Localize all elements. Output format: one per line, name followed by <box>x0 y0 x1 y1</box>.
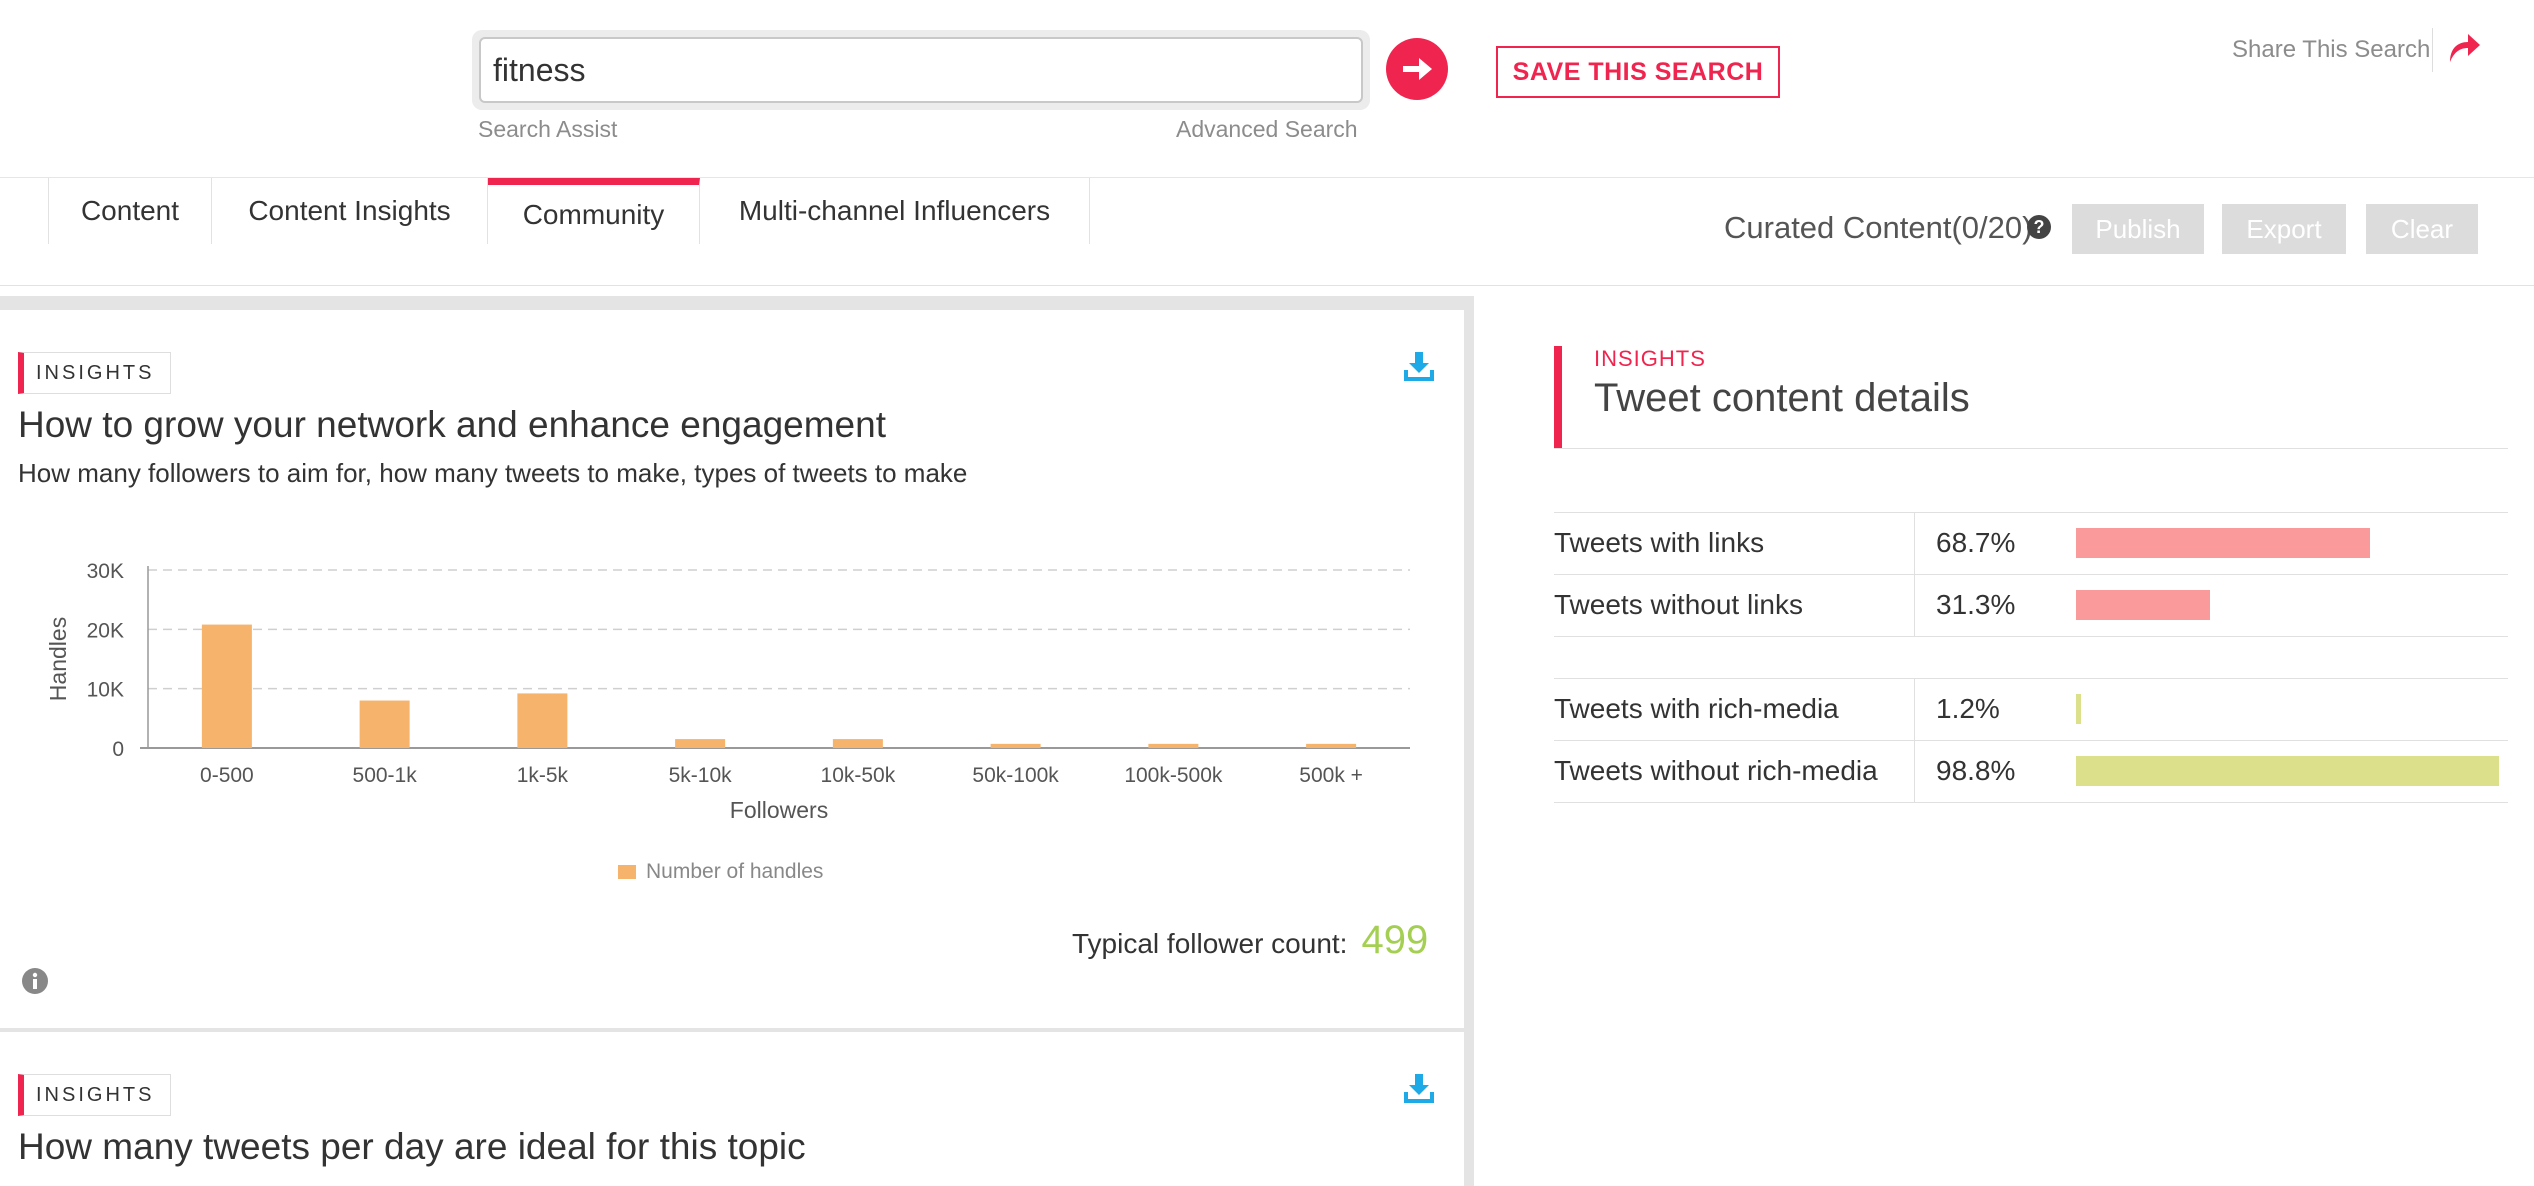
x-tick-label: 500-1k <box>353 764 418 787</box>
percent-bar-track <box>2076 590 2504 620</box>
percent-bar <box>2076 756 2499 786</box>
detail-row-label: Tweets without rich-media <box>1554 755 1878 786</box>
y-tick-label: 0 <box>112 738 124 761</box>
search-assist-link[interactable]: Search Assist <box>478 116 617 143</box>
bar <box>1148 743 1199 748</box>
percent-bar <box>2076 528 2371 558</box>
save-search-button[interactable]: SAVE THIS SEARCH <box>1496 46 1780 98</box>
y-tick-label: 30K <box>87 560 124 583</box>
column-divider <box>1914 574 1915 636</box>
help-icon[interactable]: ? <box>2026 214 2052 240</box>
column-divider <box>1914 678 1915 740</box>
search-go-button[interactable] <box>1386 38 1448 100</box>
detail-row: Tweets with rich-media 1.2% <box>1554 678 2508 740</box>
insight-card-tweets-per-day: INSIGHTS How many tweets per day are ide… <box>0 1032 1464 1186</box>
typical-follower-count: Typical follower count: 499 <box>1072 918 1428 963</box>
bar <box>359 700 410 748</box>
detail-row-percent: 1.2% <box>1936 693 2000 724</box>
tab-multi-channel-influencers[interactable]: Multi-channel Influencers <box>700 178 1090 244</box>
title-divider <box>1554 448 2508 449</box>
percent-bar-track <box>2076 756 2504 786</box>
bar <box>517 693 568 748</box>
y-tick-label: 10K <box>87 679 124 702</box>
bar <box>201 624 252 748</box>
detail-row-percent: 68.7% <box>1936 527 2016 558</box>
legend-label: Number of handles <box>646 860 823 883</box>
x-tick-label: 0-500 <box>200 764 254 787</box>
detail-row-percent: 31.3% <box>1936 589 2016 620</box>
percent-bar-track <box>2076 528 2504 558</box>
typical-follower-value: 499 <box>1361 918 1429 962</box>
insights-label: INSIGHTS <box>1594 346 1706 371</box>
detail-row-label: Tweets with links <box>1554 527 1765 558</box>
bar <box>832 739 883 748</box>
x-tick-label: 10k-50k <box>821 764 896 787</box>
bar <box>1306 743 1357 748</box>
search-input[interactable] <box>479 37 1363 103</box>
percent-bar <box>2076 590 2210 620</box>
export-button[interactable]: Export <box>2222 204 2346 254</box>
x-tick-label: 100k-500k <box>1124 764 1223 787</box>
publish-button[interactable]: Publish <box>2072 204 2204 254</box>
svg-text:?: ? <box>2034 217 2045 237</box>
bar <box>675 739 726 748</box>
row-divider <box>1554 802 2508 803</box>
y-axis-label: Handles <box>45 617 71 701</box>
detail-row-label: Tweets with rich-media <box>1554 693 1839 724</box>
y-tick-label: 20K <box>87 619 124 642</box>
column-divider <box>1914 512 1915 574</box>
insight-card-network: INSIGHTS How to grow your network and en… <box>0 310 1464 1028</box>
x-tick-label: 500k + <box>1299 764 1363 787</box>
detail-row-label: Tweets without links <box>1554 589 1803 620</box>
top-header: Search Assist Advanced Search SAVE THIS … <box>0 0 2534 178</box>
advanced-search-link[interactable]: Advanced Search <box>1176 116 1358 143</box>
clear-button[interactable]: Clear <box>2366 204 2478 254</box>
legend-swatch <box>618 865 636 879</box>
detail-row: Tweets without rich-media 98.8% <box>1554 740 2508 802</box>
detail-row: Tweets with links 68.7% <box>1554 512 2508 574</box>
tab-content-insights[interactable]: Content Insights <box>212 178 488 244</box>
info-icon[interactable] <box>20 966 50 996</box>
percent-bar <box>2076 694 2082 724</box>
x-tick-label: 50k-100k <box>972 764 1059 787</box>
percent-bar-track <box>2076 694 2504 724</box>
share-arrow-icon[interactable] <box>2446 30 2482 66</box>
bar <box>990 743 1041 748</box>
insights-badge: INSIGHTS <box>18 1074 172 1116</box>
detail-row: Tweets without links 31.3% <box>1554 574 2508 636</box>
x-tick-label: 1k-5k <box>517 764 569 787</box>
x-axis-label: Followers <box>730 797 828 823</box>
share-divider <box>2432 28 2433 72</box>
insights-accent-bar <box>1554 346 1562 448</box>
search-box <box>472 30 1370 110</box>
column-divider <box>1914 740 1915 802</box>
tab-content[interactable]: Content <box>48 178 212 244</box>
row-divider <box>1554 636 2508 637</box>
tab-community[interactable]: Community <box>488 178 700 244</box>
card-title: How many tweets per day are ideal for th… <box>18 1126 806 1167</box>
followers-bar-chart: 0 10K 20K 30K 0-500 500-1k 1k-5k 5k-10k 10k-50k 5… <box>45 560 1410 883</box>
download-icon[interactable] <box>1402 1072 1436 1106</box>
share-search-link[interactable]: Share This Search <box>2232 36 2430 64</box>
arrow-right-icon <box>1403 58 1432 80</box>
detail-row-percent: 98.8% <box>1936 755 2016 786</box>
panel-title: Tweet content details <box>1594 376 1970 420</box>
typical-follower-label: Typical follower count: <box>1072 928 1348 959</box>
x-tick-label: 5k-10k <box>669 764 733 787</box>
curated-content-count: Curated Content(0/20) <box>1724 210 2033 245</box>
